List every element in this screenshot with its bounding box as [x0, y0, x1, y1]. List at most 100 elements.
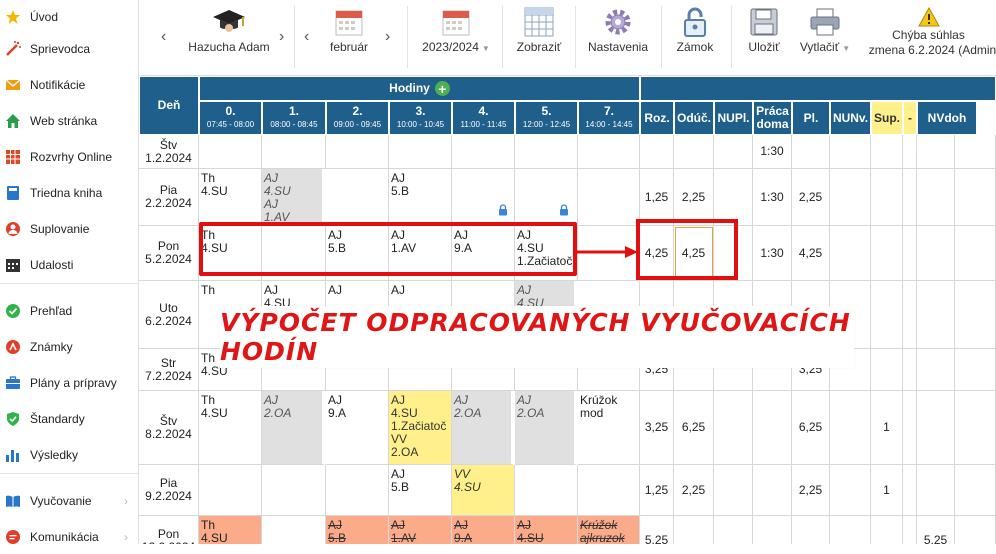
- sidebar-item-rozvrhy-online[interactable]: Rozvrhy Online: [0, 140, 138, 174]
- sidebar-item-web-stranka[interactable]: Web stránka: [0, 104, 138, 138]
- lesson-cell[interactable]: AJ 2.OA: [262, 391, 326, 465]
- lesson-cell[interactable]: [199, 465, 262, 516]
- lesson-cell[interactable]: [326, 135, 389, 169]
- lock-button[interactable]: Zámok: [669, 0, 721, 76]
- print-button[interactable]: Vytlačiť ▼: [795, 0, 855, 76]
- lesson-text: VV 4.SU: [454, 467, 481, 494]
- show-button[interactable]: Zobraziť: [511, 0, 567, 76]
- lesson-cell[interactable]: AJ 9.A: [452, 516, 515, 544]
- summary-cell: [903, 169, 917, 226]
- period-time: 08:00 - 08:45: [270, 120, 318, 129]
- summary-cell[interactable]: 2,25: [674, 465, 714, 516]
- lesson-cell[interactable]: [262, 135, 326, 169]
- lesson-cell[interactable]: Th 4.SU: [199, 516, 262, 544]
- chevron-right-icon: ›: [124, 530, 128, 544]
- summary-cell[interactable]: 2,25: [674, 169, 714, 226]
- sidebar-item-znamky[interactable]: Známky: [0, 330, 138, 364]
- summary-cell: [917, 281, 955, 349]
- summary-cell: [955, 349, 996, 391]
- lesson-cell[interactable]: [578, 169, 640, 226]
- lesson-cell[interactable]: Krúžok mod: [578, 391, 640, 465]
- consent-warning[interactable]: Chýba súhlas zmena 6.2.2024 (Admin): [861, 0, 996, 76]
- summary-cell: [830, 226, 871, 281]
- sidebar-item-plany-a-pripravy[interactable]: Plány a prípravy: [0, 366, 138, 400]
- lesson-cell[interactable]: AJ 5.B: [389, 169, 452, 226]
- add-hour-icon[interactable]: +: [434, 81, 450, 96]
- highlight-box-lessons: [199, 222, 577, 276]
- lesson-cell[interactable]: [515, 135, 578, 169]
- lesson-cell[interactable]: AJ 9.A: [326, 391, 389, 465]
- sidebar-item-prehlad[interactable]: Prehľad: [0, 294, 138, 328]
- sidebar-item-vysledky[interactable]: Výsledky: [0, 438, 138, 472]
- sidebar-item-suplovanie[interactable]: Suplovanie: [0, 212, 138, 246]
- sidebar-item-label: Notifikácie: [30, 78, 86, 92]
- summary-cell[interactable]: 1,25: [640, 465, 674, 516]
- sidebar-item-uvod[interactable]: Úvod: [0, 0, 138, 34]
- lesson-cell[interactable]: [515, 169, 578, 226]
- summary-cell[interactable]: 3,25: [640, 391, 674, 465]
- summary-cell[interactable]: 5,25: [640, 516, 674, 544]
- sidebar-item-label: Plány a prípravy: [30, 376, 117, 390]
- summary-cell[interactable]: [674, 516, 714, 544]
- lesson-cell[interactable]: [452, 169, 515, 226]
- save-button[interactable]: Uložiť: [739, 0, 789, 76]
- settings-button[interactable]: Nastavenia: [583, 0, 653, 76]
- lesson-cell[interactable]: [578, 135, 640, 169]
- sidebar-item-standardy[interactable]: Štandardy: [0, 402, 138, 436]
- lesson-cell[interactable]: [262, 465, 326, 516]
- day-date: 12.2.2024: [142, 540, 195, 544]
- sidebar-item-triedna-kniha[interactable]: Triedna kniha: [0, 176, 138, 210]
- summary-header-4: Pl.: [792, 101, 830, 135]
- book-icon: [4, 184, 22, 202]
- lesson-cell[interactable]: Th 4.SU: [199, 391, 262, 465]
- lesson-cell[interactable]: AJ 2.OA: [452, 391, 515, 465]
- lesson-cell[interactable]: [515, 465, 578, 516]
- lesson-cell[interactable]: AJ 4.SU AJ 1.AV: [262, 169, 326, 226]
- lesson-cell[interactable]: VV 4.SU: [452, 465, 515, 516]
- summary-value: 2,25: [798, 482, 823, 497]
- sidebar-item-notifikacie[interactable]: Notifikácie: [0, 68, 138, 102]
- lesson-cell[interactable]: [326, 465, 389, 516]
- lesson-cell[interactable]: [326, 169, 389, 226]
- lesson-cell[interactable]: [262, 516, 326, 544]
- lesson-cell[interactable]: AJ 5.B: [389, 465, 452, 516]
- next-month-button[interactable]: ›: [385, 28, 390, 46]
- summary-cell[interactable]: [640, 135, 674, 169]
- sidebar-item-udalosti[interactable]: Udalosti: [0, 248, 138, 282]
- arrow-right-icon: [577, 244, 639, 263]
- lesson-cell[interactable]: AJ 1.AV: [389, 516, 452, 544]
- lesson-cell[interactable]: [389, 135, 452, 169]
- lesson-cell[interactable]: Krúžok ajkruzok ajkruzok: [578, 516, 640, 544]
- lesson-cell[interactable]: AJ 2.OA: [515, 391, 578, 465]
- sidebar-item-sprievodca[interactable]: Sprievodca: [0, 32, 138, 66]
- summary-cell[interactable]: 1,25: [640, 169, 674, 226]
- lesson-cell[interactable]: [452, 135, 515, 169]
- sidebar-item-vyucovanie[interactable]: Vyučovanie ›: [0, 484, 138, 518]
- lesson-cell[interactable]: AJ 5.B: [326, 516, 389, 544]
- summary-cell: [714, 169, 753, 226]
- lesson-cell[interactable]: [199, 135, 262, 169]
- lesson-cell[interactable]: Th 4.SU: [199, 169, 262, 226]
- sidebar-item-label: Štandardy: [30, 412, 85, 426]
- summary-cell: 2,25: [792, 169, 830, 226]
- lesson-cell[interactable]: AJ 4.SU: [515, 516, 578, 544]
- next-teacher-button[interactable]: ›: [279, 28, 284, 46]
- summary-cell: [955, 516, 996, 544]
- summary-cell: 1:30: [753, 169, 792, 226]
- month-selector[interactable]: február: [319, 0, 379, 76]
- summary-cell[interactable]: 6,25: [674, 391, 714, 465]
- annotation-banner: VÝPOČET ODPRACOVANÝCH VYUČOVACÍCH HODÍN: [220, 306, 854, 368]
- summary-cell[interactable]: [674, 135, 714, 169]
- sidebar-item-label: Rozvrhy Online: [30, 150, 113, 164]
- teacher-selector[interactable]: Hazucha Adam: [183, 0, 275, 76]
- period-header-4: 4. 11:00 - 11:45: [452, 101, 515, 135]
- prev-month-button[interactable]: ‹: [304, 28, 309, 46]
- prev-teacher-button[interactable]: ‹: [161, 28, 166, 46]
- sidebar-item-komunikacia[interactable]: Komunikácia ›: [0, 520, 138, 554]
- lesson-cell[interactable]: [578, 465, 640, 516]
- summary-header-label: NVdoh: [927, 110, 967, 125]
- year-selector[interactable]: 2023/2024 ▼: [417, 0, 495, 76]
- lesson-cell[interactable]: AJ 4.SU 1.Začiatoč VV 2.OA: [389, 391, 452, 465]
- lesson-text: Th 4.SU: [201, 171, 228, 198]
- grade-icon: [4, 338, 22, 356]
